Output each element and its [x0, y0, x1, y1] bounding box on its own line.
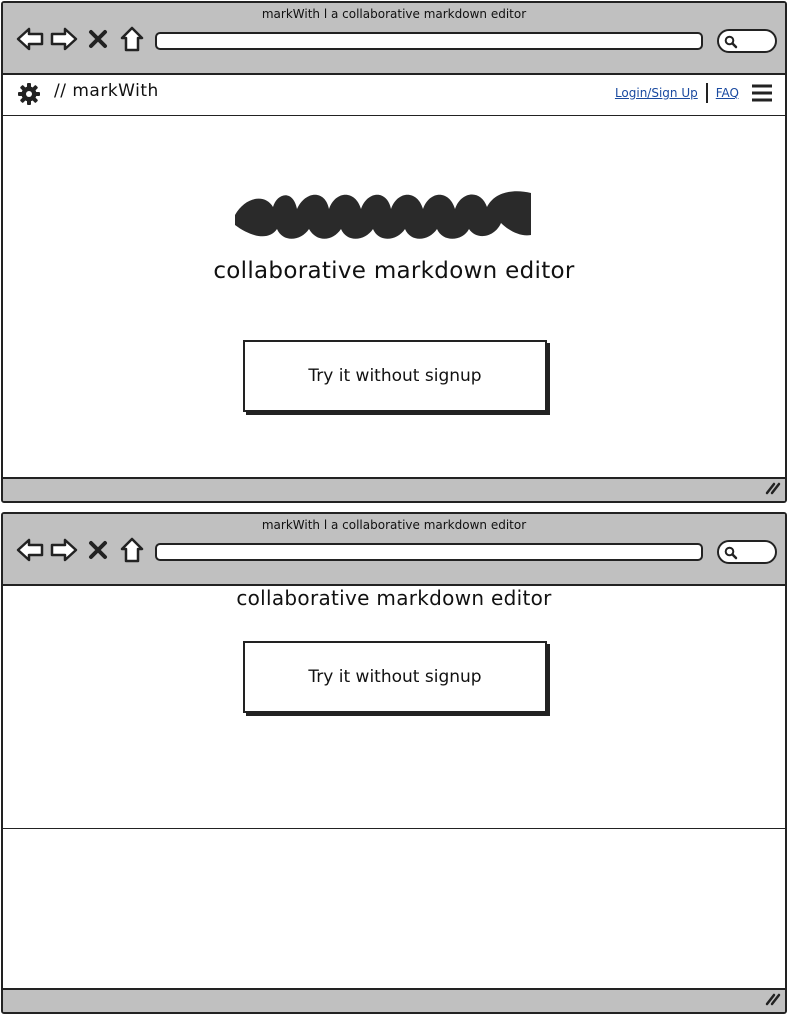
tagline: collaborative markdown editor: [213, 258, 575, 284]
resize-grip-icon[interactable]: [765, 991, 781, 1010]
home-icon[interactable]: [117, 24, 147, 54]
login-signup-link[interactable]: Login/Sign Up: [615, 86, 698, 100]
nav-controls: [15, 24, 147, 54]
window-title: markWith l a collaborative markdown edit…: [261, 7, 527, 21]
try-without-signup-button[interactable]: Try it without signup: [243, 340, 547, 412]
link-divider: [705, 83, 708, 103]
nav-controls: [15, 535, 147, 565]
browser-chrome: markWith l a collaborative markdown edit…: [3, 514, 785, 586]
status-bar: [3, 988, 785, 1012]
close-icon[interactable]: [83, 24, 113, 54]
window-title: markWith l a collaborative markdown edit…: [261, 518, 527, 532]
back-arrow-icon[interactable]: [15, 24, 45, 54]
browser-window-desktop: markWith l a collaborative markdown edit…: [1, 1, 787, 503]
logo-scribble-image: [225, 185, 537, 251]
header-links: Login/Sign Up FAQ: [615, 81, 773, 105]
browser-window-compact: markWith l a collaborative markdown edit…: [1, 512, 787, 1014]
browser-search-field[interactable]: [717, 29, 777, 53]
home-icon[interactable]: [117, 535, 147, 565]
wireframe-page: markWith l a collaborative markdown edit…: [0, 0, 790, 1016]
browser-search-field[interactable]: [717, 540, 777, 564]
close-icon[interactable]: [83, 535, 113, 565]
section-divider: [3, 828, 785, 829]
gear-icon[interactable]: [17, 82, 41, 110]
hamburger-menu-icon[interactable]: [751, 83, 773, 103]
search-icon: [724, 545, 738, 564]
app-header: // markWith Login/Sign Up FAQ: [3, 75, 785, 116]
resize-grip-icon[interactable]: [765, 480, 781, 499]
address-bar[interactable]: [155, 543, 703, 561]
faq-link[interactable]: FAQ: [716, 86, 739, 100]
status-bar: [3, 477, 785, 501]
search-icon: [724, 34, 738, 53]
try-without-signup-button[interactable]: Try it without signup: [243, 641, 547, 713]
browser-chrome: markWith l a collaborative markdown edit…: [3, 3, 785, 75]
address-bar[interactable]: [155, 32, 703, 50]
tagline: collaborative markdown editor: [236, 586, 552, 610]
forward-arrow-icon[interactable]: [49, 24, 79, 54]
app-brand[interactable]: // markWith: [54, 81, 159, 101]
back-arrow-icon[interactable]: [15, 535, 45, 565]
forward-arrow-icon[interactable]: [49, 535, 79, 565]
